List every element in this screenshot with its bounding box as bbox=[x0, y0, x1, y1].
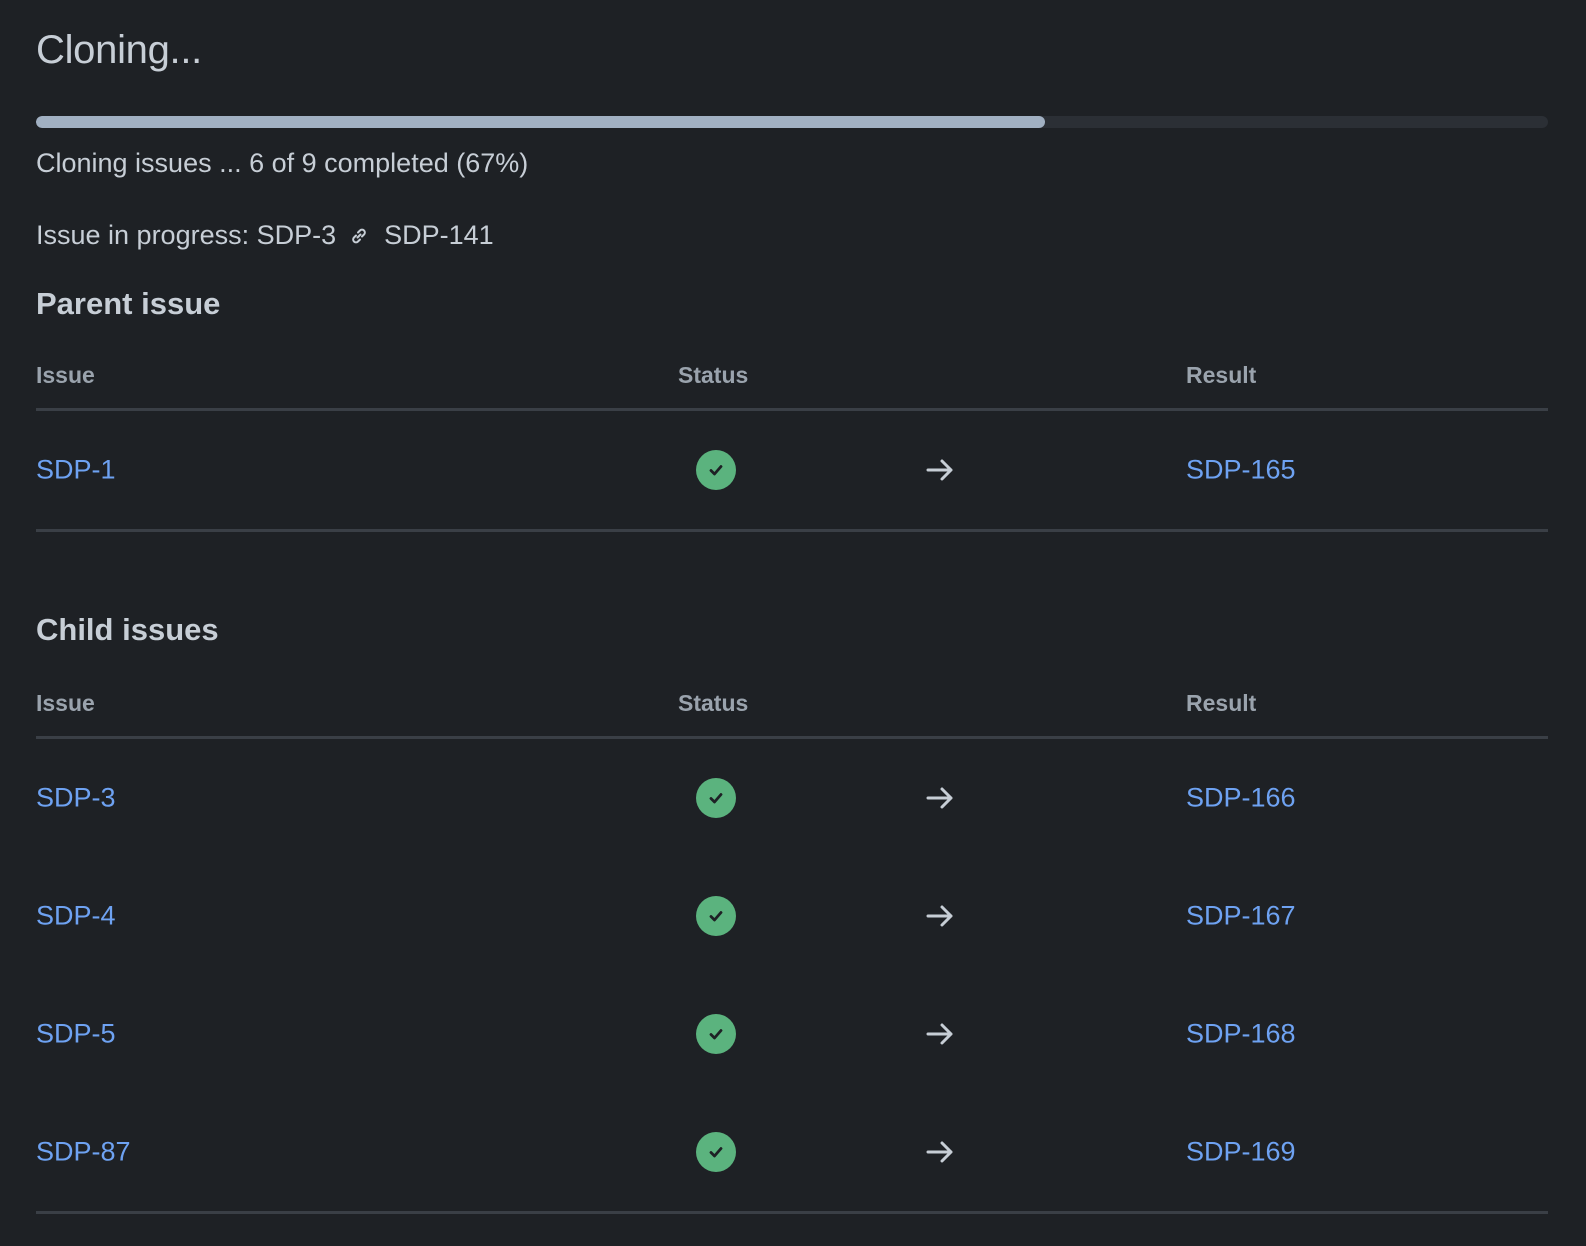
column-header-result: Result bbox=[1186, 690, 1257, 716]
link-icon bbox=[348, 225, 370, 247]
source-issue-link[interactable]: SDP-4 bbox=[36, 901, 116, 932]
table-header: Issue Status Result bbox=[36, 680, 1548, 739]
column-header-result: Result bbox=[1186, 362, 1257, 388]
column-header-issue: Issue bbox=[36, 362, 95, 388]
arrow-right-icon bbox=[924, 454, 956, 486]
child-issues-heading: Child issues bbox=[36, 612, 219, 647]
result-issue-link[interactable]: SDP-169 bbox=[1186, 1137, 1296, 1168]
arrow-right-icon bbox=[924, 782, 956, 814]
source-issue-link[interactable]: SDP-5 bbox=[36, 1019, 116, 1050]
parent-issue-table: Issue Status Result SDP-1 SDP-165 bbox=[36, 352, 1548, 532]
progress-bar bbox=[36, 116, 1548, 128]
issue-in-progress: Issue in progress: SDP-3 SDP-141 bbox=[36, 220, 494, 251]
column-header-issue: Issue bbox=[36, 690, 95, 716]
success-check-icon bbox=[696, 450, 736, 490]
success-check-icon bbox=[696, 896, 736, 936]
result-issue-link[interactable]: SDP-168 bbox=[1186, 1019, 1296, 1050]
source-issue-link[interactable]: SDP-3 bbox=[36, 783, 116, 814]
child-issues-table: Issue Status Result SDP-3 SDP-166 SDP-4 … bbox=[36, 680, 1548, 1214]
success-check-icon bbox=[696, 1132, 736, 1172]
table-row: SDP-3 SDP-166 bbox=[36, 739, 1548, 857]
table-row: SDP-5 SDP-168 bbox=[36, 975, 1548, 1093]
result-issue-link[interactable]: SDP-166 bbox=[1186, 783, 1296, 814]
arrow-right-icon bbox=[924, 1136, 956, 1168]
progress-status-text: Cloning issues ... 6 of 9 completed (67%… bbox=[36, 148, 529, 178]
source-issue-link[interactable]: SDP-1 bbox=[36, 455, 116, 486]
result-issue-link[interactable]: SDP-167 bbox=[1186, 901, 1296, 932]
source-issue-link[interactable]: SDP-87 bbox=[36, 1137, 131, 1168]
result-issue-link[interactable]: SDP-165 bbox=[1186, 455, 1296, 486]
progress-bar-fill bbox=[36, 116, 1045, 128]
table-row: SDP-4 SDP-167 bbox=[36, 857, 1548, 975]
arrow-right-icon bbox=[924, 900, 956, 932]
issue-in-progress-target: SDP-141 bbox=[384, 220, 494, 250]
issue-in-progress-label: Issue in progress: SDP-3 bbox=[36, 220, 337, 250]
column-header-status: Status bbox=[678, 690, 749, 716]
table-header: Issue Status Result bbox=[36, 352, 1548, 411]
parent-issue-heading: Parent issue bbox=[36, 286, 221, 321]
success-check-icon bbox=[696, 778, 736, 818]
column-header-status: Status bbox=[678, 362, 749, 388]
table-row: SDP-87 SDP-169 bbox=[36, 1093, 1548, 1214]
table-row: SDP-1 SDP-165 bbox=[36, 411, 1548, 532]
arrow-right-icon bbox=[924, 1018, 956, 1050]
success-check-icon bbox=[696, 1014, 736, 1054]
page-title: Cloning... bbox=[36, 28, 202, 72]
